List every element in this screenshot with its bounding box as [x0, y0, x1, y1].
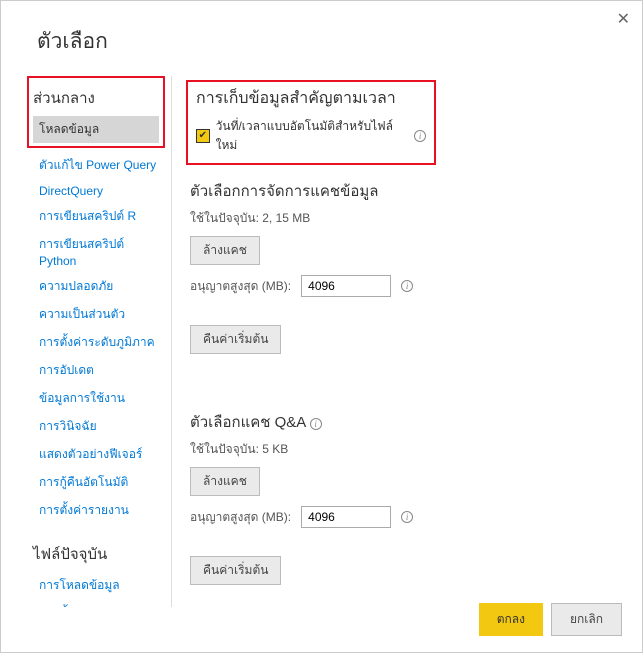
dialog-content: ส่วนกลาง โหลดข้อมูล ตัวแก้ไข Power Query… — [1, 76, 642, 607]
sidebar-item-privacy[interactable]: ความเป็นส่วนตัว — [33, 301, 165, 328]
spacer — [190, 364, 622, 404]
dialog-footer: ตกลง ยกเลิก — [479, 603, 622, 636]
options-dialog: ✕ ตัวเลือก ส่วนกลาง โหลดข้อมูล ตัวแก้ไข … — [0, 0, 643, 653]
auto-datetime-row: ✔ วันที่/เวลาแบบอัตโนมัติสำหรับไฟล์ใหม่ … — [196, 117, 426, 155]
cache-max-label: อนุญาตสูงสุด (MB): — [190, 277, 291, 296]
sidebar-item-usage-data[interactable]: ข้อมูลการใช้งาน — [33, 385, 165, 412]
ok-button[interactable]: ตกลง — [479, 603, 543, 636]
cache-max-row: อนุญาตสูงสุด (MB): i — [190, 275, 622, 297]
auto-datetime-checkbox[interactable]: ✔ — [196, 129, 210, 143]
sidebar-item-cf-regional[interactable]: การตั้งค่าระดับภูมิภาค — [33, 600, 165, 607]
sidebar-item-diagnostics[interactable]: การวินิจฉัย — [33, 413, 165, 440]
highlight-sidebar-box: ส่วนกลาง โหลดข้อมูล — [27, 76, 165, 148]
info-icon[interactable]: i — [401, 511, 413, 523]
sidebar-item-data-load[interactable]: โหลดข้อมูล — [33, 116, 159, 143]
qa-usage-text: ใช้ในปัจจุบัน: 5 KB — [190, 440, 622, 459]
spacer — [190, 542, 622, 556]
info-icon[interactable]: i — [310, 418, 322, 430]
close-icon: ✕ — [617, 11, 630, 28]
sidebar-item-python-scripting[interactable]: การเขียนสคริปต์ Python — [33, 231, 165, 272]
auto-datetime-label: วันที่/เวลาแบบอัตโนมัติสำหรับไฟล์ใหม่ — [216, 117, 409, 155]
cancel-button[interactable]: ยกเลิก — [551, 603, 622, 636]
sidebar-item-report-settings[interactable]: การตั้งค่ารายงาน — [33, 497, 165, 524]
sidebar-item-preview[interactable]: แสดงตัวอย่างฟีเจอร์ — [33, 441, 165, 468]
highlight-main-box: การเก็บข้อมูลสำคัญตามเวลา ✔ วันที่/เวลาแ… — [186, 80, 436, 165]
cache-usage-text: ใช้ในปัจจุบัน: 2, 15 MB — [190, 209, 622, 228]
clear-qa-cache-button[interactable]: ล้างแคช — [190, 467, 260, 496]
qa-cache-title-text: ตัวเลือกแคช Q&A — [190, 414, 305, 431]
cache-mgmt-title: ตัวเลือกการจัดการแคชข้อมูล — [190, 179, 622, 203]
sidebar-item-directquery[interactable]: DirectQuery — [33, 180, 165, 202]
info-icon[interactable]: i — [414, 130, 426, 142]
sidebar: ส่วนกลาง โหลดข้อมูล ตัวแก้ไข Power Query… — [1, 76, 165, 607]
spacer — [190, 311, 622, 325]
sidebar-item-regional[interactable]: การตั้งค่าระดับภูมิภาค — [33, 329, 165, 356]
sidebar-item-updates[interactable]: การอัปเดต — [33, 357, 165, 384]
cache-max-input[interactable] — [301, 275, 391, 297]
info-icon[interactable]: i — [401, 280, 413, 292]
qa-max-input[interactable] — [301, 506, 391, 528]
qa-max-row: อนุญาตสูงสุด (MB): i — [190, 506, 622, 528]
restore-defaults-cache-button[interactable]: คืนค่าเริ่มต้น — [190, 325, 281, 354]
sidebar-item-power-query[interactable]: ตัวแก้ไข Power Query — [33, 152, 165, 179]
clear-cache-button[interactable]: ล้างแคช — [190, 236, 260, 265]
sidebar-item-security[interactable]: ความปลอดภัย — [33, 273, 165, 300]
close-button[interactable]: ✕ — [617, 9, 630, 29]
sidebar-header-global: ส่วนกลาง — [33, 86, 159, 110]
time-intelligence-title: การเก็บข้อมูลสำคัญตามเวลา — [196, 86, 426, 111]
sidebar-header-current-file: ไฟล์ปัจจุบัน — [33, 542, 165, 566]
vertical-divider — [171, 76, 172, 607]
sidebar-item-r-scripting[interactable]: การเขียนสคริปต์ R — [33, 203, 165, 230]
main-panel: การเก็บข้อมูลสำคัญตามเวลา ✔ วันที่/เวลาแ… — [176, 76, 642, 607]
restore-defaults-qa-button[interactable]: คืนค่าเริ่มต้น — [190, 556, 281, 585]
qa-max-label: อนุญาตสูงสุด (MB): — [190, 508, 291, 527]
sidebar-item-cf-data-load[interactable]: การโหลดข้อมูล — [33, 572, 165, 599]
check-icon: ✔ — [199, 131, 207, 141]
qa-cache-title: ตัวเลือกแคช Q&A i — [190, 410, 622, 434]
dialog-title: ตัวเลือก — [1, 1, 642, 76]
sidebar-item-auto-recovery[interactable]: การกู้คืนอัตโนมัติ — [33, 469, 165, 496]
